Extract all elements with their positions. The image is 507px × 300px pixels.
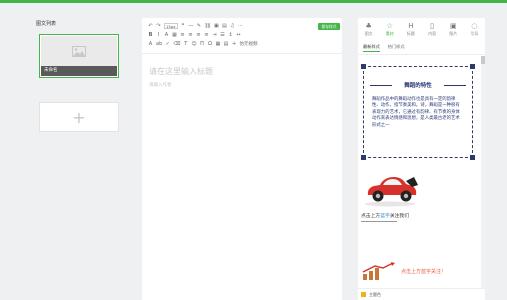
article-list-panel: 图文列表 未命名 + — [36, 18, 120, 300]
corner-mark — [470, 155, 475, 160]
image-insert-icon[interactable]: ▣ — [214, 23, 219, 29]
text-icon[interactable]: T — [183, 41, 188, 47]
article-thumbnail — [41, 36, 117, 66]
document-icon: ▯ — [430, 22, 435, 30]
template-title: 舞蹈的特性 — [404, 83, 432, 89]
add-article-button[interactable]: + — [39, 102, 119, 132]
letter-spacing-icon[interactable]: ↔ — [236, 32, 241, 38]
indent-icon[interactable]: ⇥ — [212, 32, 217, 38]
undo-icon[interactable]: ↶ — [148, 23, 153, 29]
horizontal-rule-icon[interactable]: — — [189, 23, 194, 29]
corner-mark — [361, 155, 366, 160]
material-tabs: ♣ 图文 ☆ 素材 H 标题 ▯ 内容 ▣ 图片 ◌ 引导 — [358, 22, 485, 40]
article-icon: ♣ — [365, 22, 372, 30]
quote-icon[interactable]: ❞ — [181, 23, 186, 29]
follow-text-highlight: 蓝字 — [380, 214, 390, 219]
title-input[interactable]: 请在这里输入标题 — [149, 66, 213, 77]
font-icon[interactable]: A — [148, 41, 153, 47]
car-icon — [365, 177, 418, 207]
theme-color-swatch[interactable] — [361, 292, 366, 297]
toolbar-row-1: ↶ ↷ 15px ❞ — ✎ ⛓ ▣ ▤ ♫ ··· — [148, 22, 243, 30]
font-size-select[interactable]: 15px — [164, 23, 178, 29]
tab-article[interactable]: ♣ 图文 — [358, 22, 379, 40]
follow-us-text[interactable]: 点击上方蓝字关注我们 — [361, 212, 409, 219]
tab-label: 图片 — [449, 31, 458, 36]
italic-icon[interactable]: I — [156, 32, 161, 38]
promo-template[interactable]: 点击上方蓝字关注！ — [361, 262, 471, 282]
theme-color-bar[interactable]: 主题色 — [358, 288, 485, 300]
tab-material[interactable]: ☆ 素材 — [379, 22, 400, 40]
top-accent-bar — [0, 0, 507, 3]
format-painter-icon[interactable]: ✎ — [197, 23, 202, 29]
music-icon[interactable]: ♫ — [230, 23, 235, 29]
follow-underline — [361, 221, 397, 222]
tab-guide[interactable]: ◌ 引导 — [464, 22, 485, 40]
subtab-popular[interactable]: 热门样式 — [388, 44, 405, 52]
link-icon[interactable]: ⛓ — [205, 23, 211, 29]
tab-image[interactable]: ▣ 图片 — [443, 22, 464, 40]
more-icon[interactable]: ··· — [238, 23, 243, 29]
author-input[interactable]: 请输入作者 — [149, 82, 172, 88]
video-insert-icon[interactable]: ▤ — [222, 23, 227, 29]
material-panel: ♣ 图文 ☆ 素材 H 标题 ▯ 内容 ▣ 图片 ◌ 引导 最新样式 热门样式 — [358, 18, 485, 300]
template-card-dance[interactable]: 舞蹈的特性 舞蹈作品中的舞蹈动作也是具有一定的韵律性、动作，指节奏美和。诗，舞蹈… — [361, 64, 475, 160]
style-subtabs: 最新样式 热门样式 — [363, 44, 405, 52]
follow-text-c: 关注我们 — [389, 214, 410, 219]
toolbar-row-3: A ab ✓ ⌫ T ☺ Π Ω ▦ ▤ + 仿元视频 — [148, 40, 258, 48]
bold-icon[interactable]: B — [148, 32, 153, 38]
tab-label: 素材 — [385, 31, 394, 36]
save-style-button[interactable]: 保存样式 — [318, 23, 340, 30]
chat-icon: ◌ — [471, 22, 478, 30]
divider — [358, 54, 485, 55]
table-icon[interactable]: ▦ — [216, 41, 221, 47]
tab-label: 标题 — [406, 31, 415, 36]
redo-icon[interactable]: ↷ — [156, 23, 161, 29]
star-icon: ☆ — [386, 22, 393, 30]
corner-mark — [361, 64, 366, 69]
justify-icon[interactable]: ≡ — [204, 32, 209, 38]
tab-label: 图文 — [364, 31, 373, 36]
pi-icon[interactable]: Π — [200, 41, 205, 47]
article-card[interactable]: 未命名 — [39, 34, 119, 78]
align-right-icon[interactable]: ≡ — [196, 32, 201, 38]
image-placeholder-icon — [72, 45, 86, 57]
check-icon[interactable]: ✓ — [165, 41, 170, 47]
article-list-title: 图文列表 — [36, 21, 57, 27]
tab-label: 内容 — [428, 31, 437, 36]
tab-content[interactable]: ▯ 内容 — [422, 22, 443, 40]
strikethrough-icon[interactable]: ab — [156, 41, 162, 47]
car-illustration[interactable] — [362, 169, 422, 207]
template-list: 舞蹈的特性 舞蹈作品中的舞蹈动作也是具有一定的韵律性、动作，指节奏美和。诗，舞蹈… — [358, 56, 485, 288]
tab-label: 引导 — [470, 31, 479, 36]
align-left-icon[interactable]: ≡ — [180, 32, 185, 38]
font-color-icon[interactable]: A — [164, 32, 169, 38]
toolbar-row-2: B I A ▦ ≡ ≡ ≡ ≡ ⇥ ☰ ↕ ↔ — [148, 31, 241, 39]
align-center-icon[interactable]: ≡ — [188, 32, 193, 38]
scrollbar-thumb[interactable] — [481, 56, 485, 64]
divider-icon[interactable]: ▤ — [224, 41, 229, 47]
line-height-icon[interactable]: ↕ — [228, 32, 233, 38]
clear-format-icon[interactable]: ⌫ — [173, 41, 180, 47]
emoji-icon[interactable]: ☺ — [191, 41, 196, 47]
subtab-latest[interactable]: 最新样式 — [363, 44, 380, 52]
heading-icon: H — [408, 22, 414, 30]
theme-color-label: 主题色 — [369, 291, 381, 297]
scrollbar-track[interactable] — [481, 56, 485, 288]
extra-tool-label[interactable]: 仿元视频 — [240, 41, 258, 47]
add-icon[interactable]: + — [232, 41, 237, 47]
list-icon[interactable]: ☰ — [220, 32, 225, 38]
follow-text-a: 点击上方 — [361, 214, 381, 219]
symbol-icon[interactable]: Ω — [208, 41, 213, 47]
template-body: 舞蹈作品中的舞蹈动作也是具有一定的韵律性、动作，指节奏美和。诗，舞蹈是一种很有表… — [372, 97, 460, 128]
article-title-bar: 未命名 — [41, 66, 117, 76]
editor-toolbar: ↶ ↷ 15px ❞ — ✎ ⛓ ▣ ▤ ♫ ··· B I A ▦ ≡ ≡ ≡… — [142, 18, 342, 54]
corner-mark — [470, 64, 475, 69]
promo-text: 点击上方蓝字关注！ — [401, 269, 447, 275]
tab-heading[interactable]: H 标题 — [400, 22, 421, 40]
editor-panel: ↶ ↷ 15px ❞ — ✎ ⛓ ▣ ▤ ♫ ··· B I A ▦ ≡ ≡ ≡… — [142, 18, 342, 300]
chart-arrow-icon — [362, 262, 395, 280]
image-icon: ▣ — [449, 22, 457, 30]
highlight-icon[interactable]: ▦ — [172, 32, 177, 38]
